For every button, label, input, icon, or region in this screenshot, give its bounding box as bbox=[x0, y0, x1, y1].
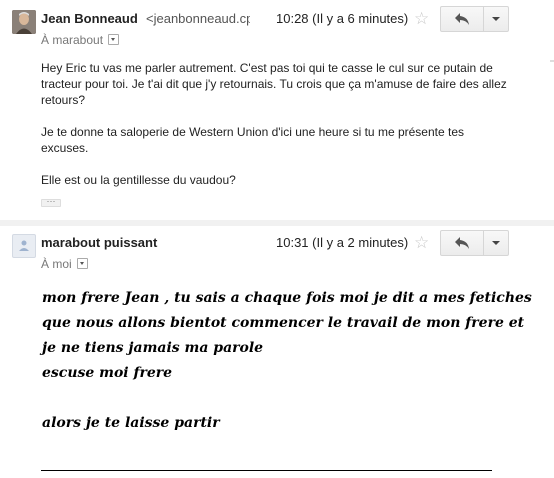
caret-down-icon bbox=[492, 17, 500, 21]
recipient-label: À marabout bbox=[41, 33, 104, 47]
recipient-label: À moi bbox=[41, 257, 72, 271]
caret-down-icon bbox=[492, 241, 500, 245]
body-blank-line bbox=[42, 386, 522, 411]
reply-arrow-icon bbox=[455, 13, 469, 25]
reply-arrow-icon bbox=[455, 237, 469, 249]
reply-button-group bbox=[440, 6, 510, 32]
sender-name[interactable]: Jean Bonneaud bbox=[41, 11, 138, 26]
body-line: que nous allons bientot commencer le tra… bbox=[42, 315, 525, 331]
recipient-line[interactable]: À moi bbox=[41, 257, 88, 271]
star-icon[interactable]: ☆ bbox=[414, 234, 429, 251]
avatar-photo-icon bbox=[12, 10, 36, 34]
sender-avatar bbox=[12, 10, 36, 34]
star-icon[interactable]: ☆ bbox=[414, 10, 429, 27]
more-actions-button[interactable] bbox=[483, 6, 509, 32]
body-line: escuse moi frere bbox=[42, 365, 173, 381]
sender-email: <jeanbonneaud.cp bbox=[146, 11, 250, 26]
signature-divider bbox=[41, 470, 492, 471]
reply-button[interactable] bbox=[440, 230, 484, 256]
recipient-details-dropdown-icon[interactable] bbox=[108, 34, 120, 46]
message-timestamp: 10:28 (Il y a 6 minutes) bbox=[276, 11, 409, 26]
show-trimmed-content-button[interactable]: ··· bbox=[41, 197, 61, 207]
recipient-details-dropdown-icon[interactable] bbox=[76, 258, 88, 270]
message-body-handwritten: mon frere Jean , tu sais a chaque fois m… bbox=[42, 286, 532, 436]
body-line: mon frere Jean , tu sais a chaque fois m… bbox=[42, 290, 532, 306]
message-body: Hey Eric tu vas me parler autrement. C'e… bbox=[41, 60, 511, 204]
body-paragraph: Je te donne ta saloperie de Western Unio… bbox=[41, 125, 464, 155]
message-timestamp: 10:31 (Il y a 2 minutes) bbox=[276, 235, 409, 250]
body-paragraph: Elle est ou la gentillesse du vaudou? bbox=[41, 173, 236, 187]
recipient-line[interactable]: À marabout bbox=[41, 33, 120, 47]
sender-avatar-default bbox=[12, 234, 36, 258]
body-line: je ne tiens jamais ma parole bbox=[42, 340, 264, 356]
reply-button-group bbox=[440, 230, 510, 256]
message-jean-bonneaud: Jean Bonneaud <jeanbonneaud.cp 10:28 (Il… bbox=[0, 0, 554, 216]
person-placeholder-icon bbox=[19, 240, 29, 251]
body-line: alors je te laisse partir bbox=[42, 415, 220, 431]
reply-button[interactable] bbox=[440, 6, 484, 32]
sender-name[interactable]: marabout puissant bbox=[41, 235, 157, 250]
body-paragraph: Hey Eric tu vas me parler autrement. C'e… bbox=[41, 61, 507, 107]
scroll-edge-mark bbox=[550, 60, 554, 62]
message-separator bbox=[0, 220, 554, 226]
more-actions-button[interactable] bbox=[483, 230, 509, 256]
